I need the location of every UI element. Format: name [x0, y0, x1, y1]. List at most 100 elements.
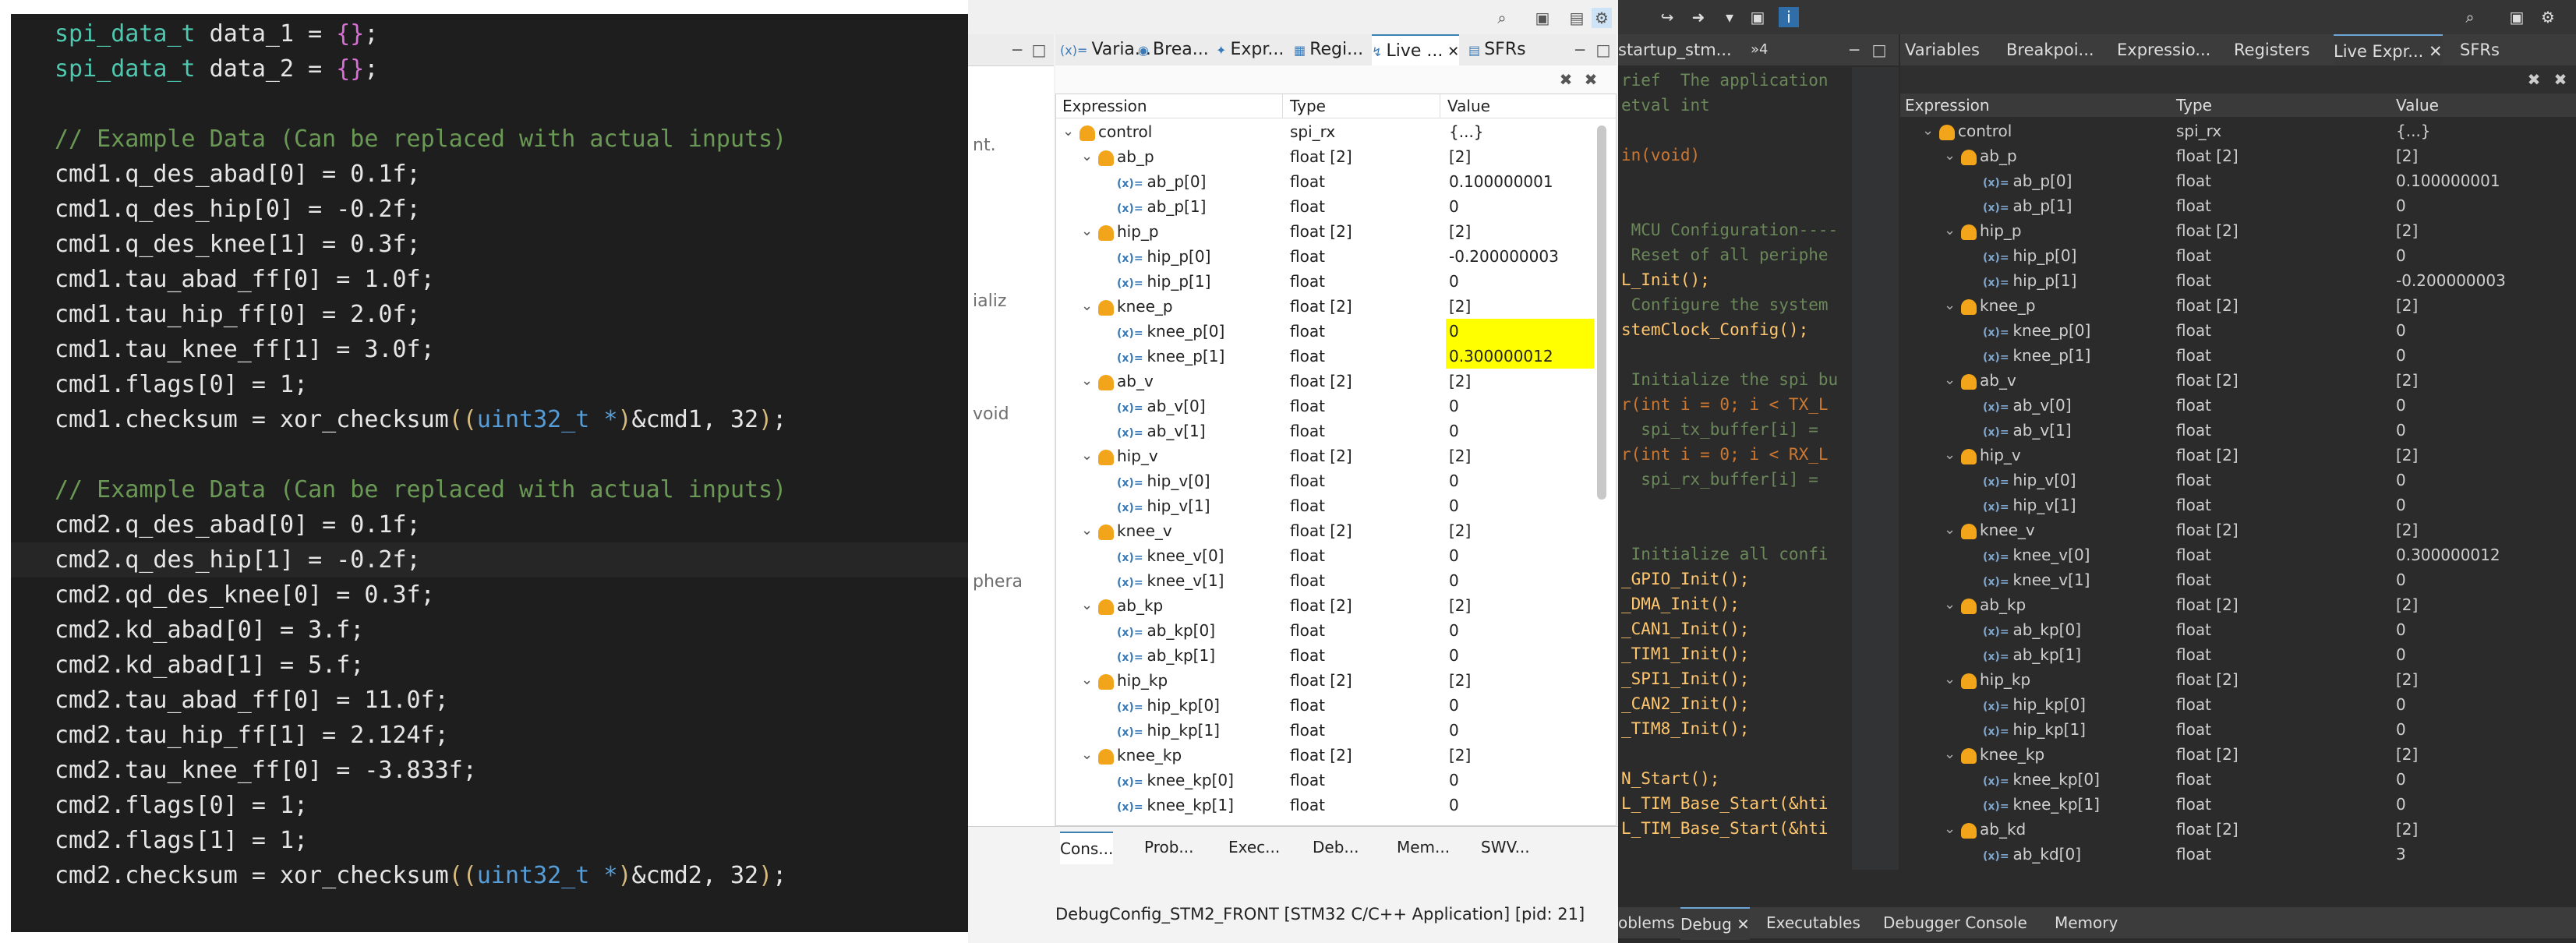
table-row[interactable]: (x)= hip_p[1] float 0	[1056, 269, 1594, 294]
view-tab[interactable]: Breakpoi...	[2006, 34, 2094, 65]
table-row[interactable]: ⌄ knee_kp float [2] [2]	[1900, 742, 2576, 767]
code-line[interactable]: rief The application	[1621, 67, 1829, 94]
table-row[interactable]: (x)= knee_kp[1] float 0	[1056, 793, 1594, 818]
code-editor-dark[interactable]: rief The application etval int in(void) MC…	[1618, 67, 1852, 870]
column-header-type[interactable]: Type	[1290, 94, 1440, 118]
code-line[interactable]: in(void)	[1621, 142, 1700, 168]
value-cell[interactable]: 0	[1446, 618, 1594, 643]
code-line[interactable]: spi_rx_buffer[i] =	[1621, 466, 1818, 493]
value-cell[interactable]: 0	[1446, 543, 1594, 568]
table-row[interactable]: (x)= knee_v[1] float 0	[1900, 567, 2576, 592]
code-line[interactable]: etval int	[1621, 92, 1710, 118]
table-row[interactable]: (x)= knee_p[1] float 0	[1900, 343, 2576, 368]
expand-toggle-icon[interactable]: ⌄	[1081, 294, 1093, 319]
value-cell[interactable]: [2]	[1446, 593, 1594, 618]
bottom-tab[interactable]: Executables	[1766, 907, 1860, 938]
column-header-type[interactable]: Type	[2176, 94, 2387, 117]
value-cell[interactable]: 3	[2396, 842, 2406, 867]
table-row[interactable]: ⌄ ab_kd float [2] [2]	[1900, 817, 2576, 842]
code-line[interactable]: cmd2.kd_abad[0] = 3.f;	[11, 613, 968, 648]
live-expressions-table-dark[interactable]: Expression Type Value ⌄ control spi_rx {...…	[1900, 94, 2576, 873]
view-tab[interactable]: Registers	[2234, 34, 2309, 65]
value-cell[interactable]: [2]	[1446, 294, 1594, 319]
code-line[interactable]: cmd1.checksum = xor_checksum((uint32_t *…	[11, 402, 968, 437]
table-row[interactable]: (x)= hip_p[0] float -0.200000003	[1056, 244, 1594, 269]
code-line[interactable]: _SPI1_Init();	[1621, 666, 1749, 692]
value-cell[interactable]: 0	[1446, 269, 1594, 294]
table-row[interactable]: (x)= hip_v[0] float 0	[1056, 468, 1594, 493]
table-row[interactable]: (x)= ab_kp[1] float 0	[1056, 643, 1594, 668]
value-cell[interactable]: 0	[2396, 393, 2406, 418]
value-cell[interactable]: 0	[1446, 768, 1594, 793]
expand-toggle-icon[interactable]: ⌄	[1944, 667, 1956, 692]
info-icon[interactable]: i	[1779, 7, 1799, 27]
table-row[interactable]: ⌄ ab_v float [2] [2]	[1900, 368, 2576, 393]
code-line[interactable]	[11, 437, 968, 472]
settings-perspective-icon[interactable]: ⚙	[1592, 8, 1612, 28]
table-row[interactable]: (x)= ab_v[0] float 0	[1900, 393, 2576, 418]
table-row[interactable]: (x)= knee_v[0] float 0	[1056, 543, 1594, 568]
code-line[interactable]: cmd1.tau_hip_ff[0] = 2.0f;	[11, 297, 968, 332]
value-cell[interactable]: 0	[2396, 193, 2406, 218]
value-cell[interactable]: [2]	[1446, 144, 1594, 169]
table-row[interactable]: ⌄ knee_kp float [2] [2]	[1056, 743, 1594, 768]
code-line[interactable]: r(int i = 0; i < TX_L	[1621, 391, 1829, 418]
expand-toggle-icon[interactable]: ⌄	[1081, 668, 1093, 693]
code-line[interactable]: _CAN1_Init();	[1621, 616, 1749, 642]
table-row[interactable]: (x)= knee_p[1] float 0.300000012	[1056, 344, 1594, 369]
live-expressions-table[interactable]: Expression Type Value ⌄ control spi_rx {...…	[1055, 94, 1617, 826]
code-line[interactable]: spi_data_t data_1 = {};	[11, 16, 968, 51]
value-cell[interactable]: [2]	[2396, 592, 2418, 617]
expand-toggle-icon[interactable]: ⌄	[1062, 119, 1074, 144]
code-line[interactable]: L_TIM_Base_Start(&hti	[1621, 790, 1829, 817]
table-row[interactable]: (x)= ab_kp[1] float 0	[1900, 642, 2576, 667]
close-icon[interactable]: ✕	[2423, 42, 2443, 61]
value-cell[interactable]: 0	[1446, 394, 1594, 419]
search-icon[interactable]: ⌕	[1492, 8, 1512, 28]
step-return-icon[interactable]: ➜	[1688, 7, 1708, 27]
value-cell[interactable]: 0	[1446, 468, 1594, 493]
code-line[interactable]: spi_tx_buffer[i] =	[1621, 416, 1818, 443]
perspective-icon[interactable]: ▣	[1532, 8, 1553, 28]
code-line[interactable]: cmd1.q_des_knee[1] = 0.3f;	[11, 227, 968, 262]
code-line[interactable]: _CAN2_Init();	[1621, 690, 1749, 717]
table-row[interactable]: (x)= knee_kp[0] float 0	[1900, 767, 2576, 792]
value-cell[interactable]: 0	[1446, 793, 1594, 818]
value-cell[interactable]: 0	[2396, 617, 2406, 642]
value-cell[interactable]: 0	[1446, 643, 1594, 668]
expand-toggle-icon[interactable]: ⌄	[1944, 517, 1956, 542]
table-row[interactable]: (x)= hip_p[1] float -0.200000003	[1900, 268, 2576, 293]
expand-toggle-icon[interactable]: ⌄	[1081, 219, 1093, 244]
table-row[interactable]: ⌄ control spi_rx {...}	[1900, 118, 2576, 143]
column-header-value[interactable]: Value	[2396, 94, 2567, 117]
code-line[interactable]: Reset of all periphe	[1621, 242, 1829, 268]
view-tab[interactable]: Expressio...	[2117, 34, 2210, 65]
value-cell[interactable]: 0.100000001	[2396, 168, 2500, 193]
table-row[interactable]: (x)= ab_v[0] float 0	[1056, 394, 1594, 419]
value-cell[interactable]: 0	[2396, 468, 2406, 493]
console-tab[interactable]: Deb...	[1313, 832, 1359, 863]
value-cell[interactable]: 0	[2396, 567, 2406, 592]
value-cell[interactable]: 0	[1446, 568, 1594, 593]
view-tab[interactable]: Live Expr... ✕	[2334, 34, 2443, 67]
code-line[interactable]: cmd1.flags[0] = 1;	[11, 367, 968, 402]
maximize-icon[interactable]: □	[1869, 40, 1889, 60]
table-row[interactable]: ⌄ hip_v float [2] [2]	[1056, 443, 1594, 468]
table-row[interactable]: ⌄ ab_kp float [2] [2]	[1056, 593, 1594, 618]
table-row[interactable]: ⌄ ab_p float [2] [2]	[1056, 144, 1594, 169]
value-cell[interactable]: [2]	[2396, 143, 2418, 168]
new-icon[interactable]: ▣	[1747, 7, 1768, 27]
table-row[interactable]: (x)= knee_v[0] float 0.300000012	[1900, 542, 2576, 567]
code-line[interactable]: _GPIO_Init();	[1621, 566, 1749, 592]
table-row[interactable]: ⌄ knee_p float [2] [2]	[1056, 294, 1594, 319]
debug-perspective-icon[interactable]: ▤	[1567, 8, 1587, 28]
code-line[interactable]: cmd1.q_des_abad[0] = 0.1f;	[11, 157, 968, 192]
code-line[interactable]: // Example Data (Can be replaced with ac…	[11, 472, 968, 507]
code-line[interactable]: cmd2.tau_knee_ff[0] = -3.833f;	[11, 753, 968, 788]
maximize-icon[interactable]: □	[1029, 40, 1049, 60]
value-cell[interactable]: 0	[2396, 792, 2406, 817]
table-row[interactable]: ⌄ hip_p float [2] [2]	[1900, 218, 2576, 243]
console-tab[interactable]: Prob...	[1144, 832, 1194, 863]
console-tab[interactable]: Mem...	[1397, 832, 1450, 863]
value-cell[interactable]: [2]	[2396, 517, 2418, 542]
